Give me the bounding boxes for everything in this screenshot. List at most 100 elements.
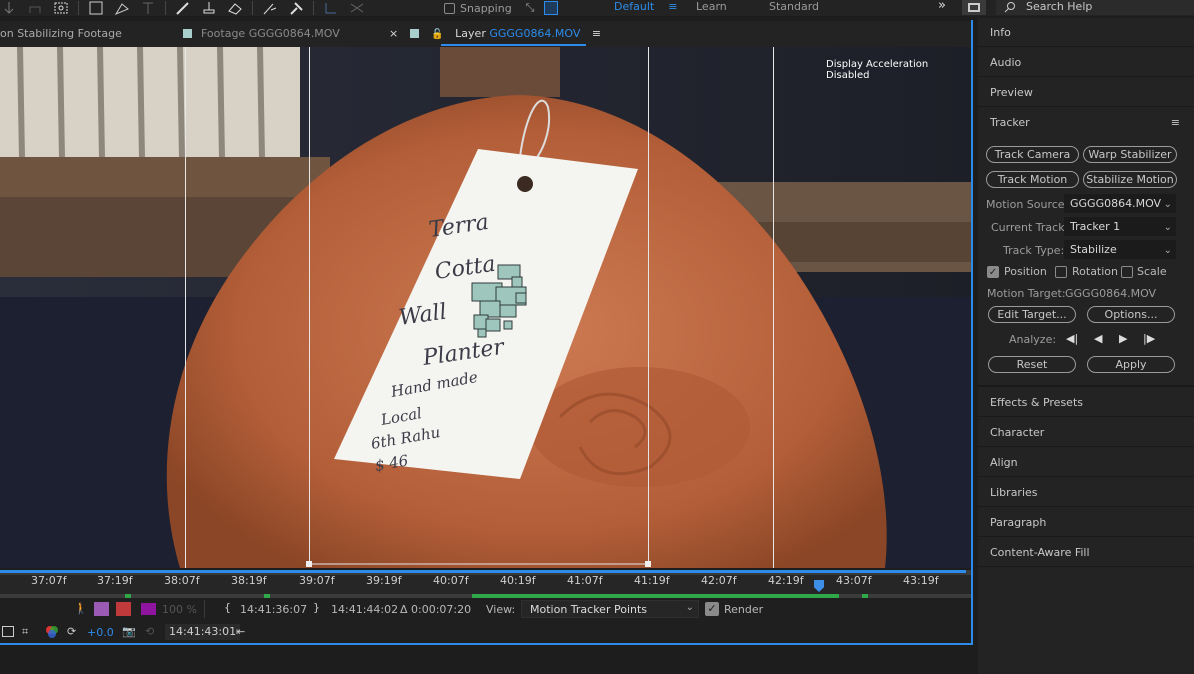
panel-effects-presets[interactable]: Effects & Presets [978, 388, 1194, 417]
workspace-menu-icon[interactable]: ≡ [668, 0, 677, 13]
region-handle-left[interactable] [306, 561, 312, 567]
type-tool-icon[interactable] [139, 1, 157, 15]
analyze-forward-one-frame-icon[interactable]: |▶ [1143, 332, 1155, 345]
snapshot-icon[interactable]: 📷 [122, 625, 136, 638]
alpha-icon[interactable] [94, 602, 109, 616]
overlay-icon[interactable] [116, 602, 131, 616]
layer-color-swatch [409, 29, 419, 38]
panel-paragraph[interactable]: Paragraph [978, 508, 1194, 537]
rectangle-tool-icon[interactable] [87, 1, 105, 15]
apply-button[interactable]: Apply [1087, 356, 1175, 373]
tab-menu-icon[interactable]: ≡ [592, 27, 601, 40]
reset-button[interactable]: Reset [988, 356, 1076, 373]
brush-tool-icon[interactable] [174, 1, 192, 15]
track-motion-button[interactable]: Track Motion [986, 171, 1079, 188]
world-axis-mode-icon[interactable] [348, 1, 366, 15]
anchor-point-tool-icon[interactable] [52, 1, 70, 15]
always-preview-icon[interactable] [2, 626, 14, 637]
tab-footage[interactable]: Footage GGGG0864.MOV [183, 27, 340, 40]
search-help-field[interactable]: Search Help [996, 0, 1194, 15]
current-time[interactable]: 14:41:43:01 [165, 624, 241, 640]
panel-libraries[interactable]: Libraries [978, 478, 1194, 507]
panel-tracker-header[interactable]: Tracker ≡ [978, 108, 1194, 137]
right-panels: Info Audio Preview Tracker ≡ Track Camer… [978, 18, 1194, 674]
set-out-point-icon[interactable]: } [313, 601, 320, 614]
exposure-value[interactable]: +0.0 [87, 626, 114, 639]
motion-source-label: Motion Source: [986, 198, 1069, 211]
panel-preview[interactable]: Preview [978, 78, 1194, 107]
local-axis-mode-icon[interactable] [322, 1, 340, 15]
track-camera-button[interactable]: Track Camera [986, 146, 1079, 163]
scale-checkbox[interactable] [1121, 266, 1133, 278]
layer-viewer[interactable]: Terra Cotta Wall Planter Hand made Local… [0, 47, 971, 568]
tools-toolbar: Snapping ⤡ Default ≡ Learn Standard » Sea… [0, 0, 1194, 16]
tracker-menu-icon[interactable]: ≡ [1171, 108, 1180, 137]
current-time-indicator[interactable] [814, 580, 824, 592]
panel-audio[interactable]: Audio [978, 48, 1194, 77]
out-time[interactable]: 14:41:44:02 [331, 603, 398, 616]
camera-orbit-tool-icon[interactable] [26, 1, 44, 15]
in-time[interactable]: 14:41:36:07 [240, 603, 307, 616]
lock-icon[interactable]: 🔓 [431, 29, 443, 40]
workspace-learn[interactable]: Learn [696, 0, 727, 16]
clone-stamp-tool-icon[interactable] [200, 1, 218, 15]
pen-tool-icon[interactable] [113, 1, 131, 15]
workspace-default[interactable]: Default ≡ [614, 0, 677, 16]
show-snapshot-icon[interactable]: ⟲ [145, 625, 154, 638]
go-to-time-icon[interactable]: ⇤ [236, 625, 245, 638]
snapping-toggle[interactable]: Snapping ⤡ [444, 0, 559, 16]
position-label: Position [1004, 265, 1047, 278]
stabilize-motion-button[interactable]: Stabilize Motion [1083, 171, 1177, 188]
track-type-label: Track Type: [1003, 244, 1065, 257]
work-area-range[interactable] [0, 570, 966, 573]
eraser-tool-icon[interactable] [226, 1, 244, 15]
close-tab-icon[interactable]: × [389, 27, 398, 40]
workspace-standard[interactable]: Standard [769, 0, 819, 16]
options-button[interactable]: Options... [1087, 306, 1175, 323]
snap-features-icon[interactable] [544, 1, 559, 15]
panel-align[interactable]: Align [978, 448, 1194, 477]
current-track-dropdown[interactable]: Tracker 1 ⌄ [1064, 217, 1176, 236]
panel-content-aware-fill[interactable]: Content-Aware Fill [978, 538, 1194, 567]
reset-exposure-icon[interactable]: ⟳ [67, 625, 76, 638]
tab-composition[interactable]: on Stabilizing Footage [0, 27, 122, 40]
set-in-point-icon[interactable]: { [224, 601, 231, 614]
chevron-down-icon: ⌄ [1163, 199, 1172, 210]
edit-target-button[interactable]: Edit Target... [988, 306, 1076, 323]
position-checkbox[interactable]: ✓ [987, 266, 999, 278]
footage-frame: Terra Cotta Wall Planter Hand made Local… [0, 47, 971, 568]
panel-info[interactable]: Info [978, 18, 1194, 47]
color-channels-icon[interactable] [45, 625, 59, 642]
color-swatch-icon[interactable] [141, 603, 156, 615]
snap-edges-icon[interactable]: ⤡ [526, 1, 535, 15]
adjustment-icon[interactable]: 🚶 [74, 602, 88, 615]
more-workspaces-icon[interactable]: » [938, 0, 946, 16]
analyze-forward-icon[interactable]: ▶ [1119, 332, 1127, 345]
motion-target-value: GGGG0864.MOV [1065, 287, 1157, 300]
roto-brush-tool-icon[interactable] [261, 1, 279, 15]
rotation-checkbox[interactable] [1055, 266, 1067, 278]
move-tool-icon[interactable] [0, 1, 18, 15]
tab-layer[interactable]: × 🔓 Layer GGGG0864.MOV ≡ [389, 27, 601, 40]
tracker-divider [978, 385, 1194, 387]
view-dropdown-value: Motion Tracker Points [530, 603, 648, 616]
analyze-backward-icon[interactable]: ◀ [1094, 332, 1102, 345]
region-handle-right[interactable] [645, 561, 651, 567]
panel-character[interactable]: Character [978, 418, 1194, 447]
warp-stabilizer-button[interactable]: Warp Stabilizer [1083, 146, 1177, 163]
time-ruler[interactable]: 37:07f 37:19f 38:07f 38:19f 39:07f 39:19… [0, 570, 971, 598]
snapping-checkbox[interactable] [444, 2, 455, 14]
track-type-dropdown[interactable]: Stabilize ⌄ [1064, 240, 1176, 259]
view-dropdown[interactable]: Motion Tracker Points ⌄ [521, 600, 699, 618]
panel-toggle-icon[interactable] [962, 0, 986, 15]
scale-label: Scale [1137, 265, 1167, 278]
analyze-back-one-frame-icon[interactable]: ◀| [1066, 332, 1078, 345]
grid-icon[interactable]: ⌗ [22, 625, 28, 639]
footage-tab-prefix: Footage [201, 27, 246, 40]
puppet-pin-tool-icon[interactable] [287, 1, 305, 15]
chevron-down-icon: ⌄ [1163, 245, 1172, 256]
zoom-level[interactable]: 100 % [162, 603, 197, 616]
tick-label: 41:07f [567, 574, 603, 587]
render-checkbox[interactable]: ✓ [705, 602, 719, 616]
motion-source-dropdown[interactable]: GGGG0864.MOV ⌄ [1064, 194, 1176, 213]
